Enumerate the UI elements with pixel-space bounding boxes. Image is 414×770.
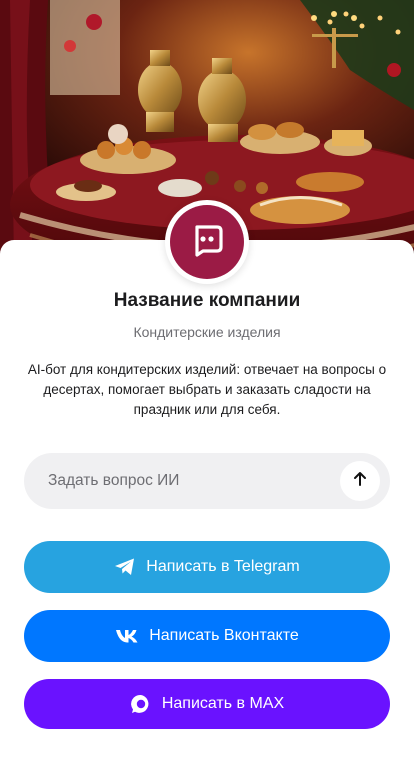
write-max-button[interactable]: Написать в MAX [24, 679, 390, 729]
company-avatar [165, 200, 249, 284]
chat-bot-icon [188, 221, 226, 264]
write-vk-button[interactable]: Написать Вконтакте [24, 610, 390, 662]
company-category: Кондитерские изделия [133, 324, 281, 340]
write-telegram-label: Написать в Telegram [146, 558, 300, 575]
company-name: Название компании [113, 290, 301, 311]
send-button[interactable] [340, 461, 380, 501]
ask-ai-field [24, 453, 390, 509]
write-max-label: Написать в MAX [161, 695, 285, 712]
write-vk-label: Написать Вконтакте [149, 627, 299, 644]
avatar-badge [170, 205, 244, 279]
arrow-up-icon [352, 471, 368, 492]
max-icon [130, 693, 152, 715]
vk-icon [115, 628, 139, 644]
company-description: AI-бот для кондитерских изделий: отвечае… [27, 362, 387, 417]
ask-ai-input[interactable] [48, 472, 340, 490]
telegram-icon [114, 557, 136, 577]
write-telegram-button[interactable]: Написать в Telegram [24, 541, 390, 593]
